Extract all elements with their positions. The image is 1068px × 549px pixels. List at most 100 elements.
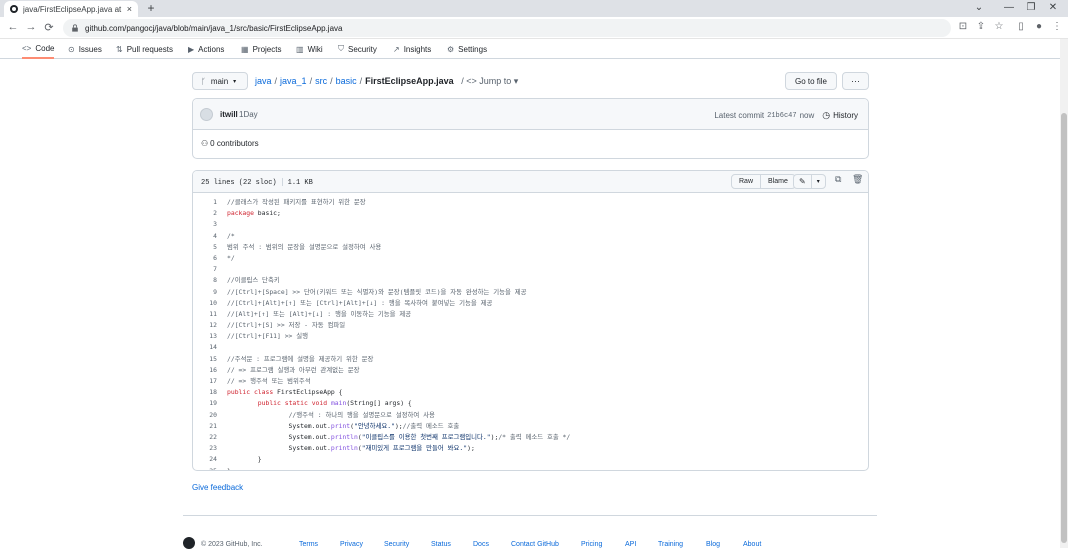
- minimize-button[interactable]: —: [1002, 2, 1016, 13]
- tab-wiki[interactable]: ▥ Wiki: [296, 39, 323, 59]
- menu-kebab-icon[interactable]: ⋮: [1050, 21, 1064, 32]
- footer-link-contact[interactable]: Contact GitHub: [511, 541, 559, 548]
- browser-tab[interactable]: java/FirstEclipseApp.java at mai ×: [4, 1, 138, 17]
- line-number[interactable]: 3: [193, 219, 217, 230]
- go-to-file-button[interactable]: Go to file: [785, 72, 837, 90]
- share-icon[interactable]: ⇪: [974, 21, 988, 32]
- raw-button[interactable]: Raw: [732, 175, 760, 188]
- trash-icon[interactable]: 🗑: [852, 175, 863, 185]
- footer-link-training[interactable]: Training: [658, 541, 683, 548]
- footer-link-docs[interactable]: Docs: [473, 541, 489, 548]
- profile-icon[interactable]: ●: [1032, 21, 1046, 32]
- tab-label: Issues: [78, 44, 102, 54]
- line-number[interactable]: 20: [193, 410, 217, 421]
- history-icon: ◷: [822, 110, 831, 120]
- commit-header: itwill 1Day Latest commit 21b6c47 now ◷ H…: [193, 99, 868, 130]
- footer-link-privacy[interactable]: Privacy: [340, 541, 363, 548]
- line-number[interactable]: 2: [193, 208, 217, 219]
- back-button[interactable]: ←: [6, 21, 20, 33]
- avatar[interactable]: [200, 108, 213, 121]
- scrollbar-thumb[interactable]: [1061, 113, 1067, 543]
- translate-icon[interactable]: ⊡: [956, 21, 970, 32]
- code-line: 2 package basic;: [193, 208, 868, 219]
- line-source: //[Alt]+[↑] 또는 [Alt]+[↓] : 행을 이동하는 기능을 제…: [217, 309, 411, 320]
- breadcrumb-link-java[interactable]: java: [255, 76, 272, 86]
- footer-link-api[interactable]: API: [625, 541, 636, 548]
- breadcrumb-link-src[interactable]: src: [315, 76, 327, 86]
- jump-to-button[interactable]: / <> Jump to ▾: [461, 76, 518, 86]
- code-token: 범위 주석 : 범위의 문장을 설명문으로 설정하여 사용: [227, 242, 382, 251]
- tab-label: Insights: [403, 44, 432, 54]
- line-number[interactable]: 16: [193, 365, 217, 376]
- url-bar[interactable]: github.com/pangocj/java/blob/main/java_1…: [63, 19, 951, 37]
- line-number[interactable]: 7: [193, 264, 217, 275]
- line-number[interactable]: 4: [193, 231, 217, 242]
- new-tab-button[interactable]: +: [144, 1, 158, 15]
- page-scrollbar[interactable]: [1060, 39, 1068, 548]
- footer-link-pricing[interactable]: Pricing: [581, 541, 602, 548]
- close-window-button[interactable]: ✕: [1046, 2, 1060, 13]
- code-line: 10 //[Ctrl]+[Alt]+[↑] 또는 [Ctrl]+[Alt]+[↓]…: [193, 298, 868, 309]
- breadcrumb: java / java_1/src / basic / FirstEclipseApp.ja…: [255, 76, 518, 87]
- forward-button[interactable]: →: [24, 21, 38, 33]
- tab-search-icon[interactable]: ⌄: [972, 2, 986, 13]
- copy-icon[interactable]: ⧉: [835, 175, 841, 185]
- tab-pull-requests[interactable]: ⇅ Pull requests: [116, 39, 173, 59]
- line-number[interactable]: 14: [193, 342, 217, 353]
- line-number[interactable]: 1: [193, 197, 217, 208]
- github-logo-icon[interactable]: [183, 537, 195, 549]
- footer-link-terms[interactable]: Terms: [299, 541, 318, 548]
- line-number[interactable]: 10: [193, 298, 217, 309]
- tab-close-icon[interactable]: ×: [127, 4, 132, 14]
- side-panel-icon[interactable]: ▯: [1014, 21, 1028, 32]
- line-number[interactable]: 15: [193, 354, 217, 365]
- tab-issues[interactable]: ⊙ Issues: [68, 39, 102, 59]
- restore-button[interactable]: ❐: [1024, 2, 1038, 13]
- line-number[interactable]: 5: [193, 242, 217, 253]
- line-number[interactable]: 11: [193, 309, 217, 320]
- line-number[interactable]: 6: [193, 253, 217, 264]
- history-button[interactable]: ◷ History: [822, 110, 858, 121]
- reload-button[interactable]: ⟳: [42, 21, 56, 34]
- tab-actions[interactable]: ▶ Actions: [188, 39, 224, 59]
- blame-button[interactable]: Blame: [760, 175, 795, 188]
- branch-select-button[interactable]: ᚴ main ▾: [192, 72, 248, 90]
- footer-link-about[interactable]: About: [743, 541, 761, 548]
- line-number[interactable]: 13: [193, 331, 217, 342]
- commit-message[interactable]: 1Day: [239, 110, 258, 119]
- tab-code[interactable]: <> Code: [22, 39, 55, 59]
- tab-projects[interactable]: ▦ Projects: [241, 39, 281, 59]
- chevron-down-icon: ▾: [233, 78, 237, 85]
- line-number[interactable]: 22: [193, 432, 217, 443]
- code-line: 24 }: [193, 454, 868, 465]
- line-number[interactable]: 23: [193, 443, 217, 454]
- commit-author[interactable]: itwill: [220, 110, 238, 119]
- line-number[interactable]: 17: [193, 376, 217, 387]
- line-source: //[Ctrl]+[Space] >> 단어(키워드 또는 식별자)와 문장(템…: [217, 287, 527, 298]
- contributors[interactable]: ⚇ 0 contributors: [201, 139, 259, 148]
- line-number[interactable]: 19: [193, 398, 217, 409]
- line-number[interactable]: 25: [193, 466, 217, 471]
- pencil-icon[interactable]: ✎: [794, 175, 811, 188]
- bookmark-star-icon[interactable]: ☆: [992, 21, 1006, 32]
- footer-link-blog[interactable]: Blog: [706, 541, 720, 548]
- breadcrumb-link-basic[interactable]: basic: [336, 76, 357, 86]
- footer-link-status[interactable]: Status: [431, 541, 451, 548]
- tab-security[interactable]: ⛉ Security: [338, 39, 377, 59]
- footer-link-security[interactable]: Security: [384, 541, 409, 548]
- commit-hash[interactable]: 21b6c47: [767, 112, 796, 120]
- tab-settings[interactable]: ⚙ Settings: [447, 39, 487, 59]
- line-number[interactable]: 21: [193, 421, 217, 432]
- chevron-down-icon[interactable]: ▾: [810, 175, 825, 188]
- line-number[interactable]: 18: [193, 387, 217, 398]
- tab-insights[interactable]: ↗ Insights: [393, 39, 431, 59]
- give-feedback-link[interactable]: Give feedback: [192, 483, 243, 492]
- line-number[interactable]: 24: [193, 454, 217, 465]
- line-source: //행주석 : 하나의 행을 설명문으로 설정하여 사용: [217, 410, 435, 421]
- breadcrumb-link-java_1[interactable]: java_1: [280, 76, 307, 86]
- line-number[interactable]: 9: [193, 287, 217, 298]
- line-number[interactable]: 12: [193, 320, 217, 331]
- line-number[interactable]: 8: [193, 275, 217, 286]
- people-icon: ⚇: [201, 139, 209, 148]
- more-options-button[interactable]: ···: [842, 72, 869, 90]
